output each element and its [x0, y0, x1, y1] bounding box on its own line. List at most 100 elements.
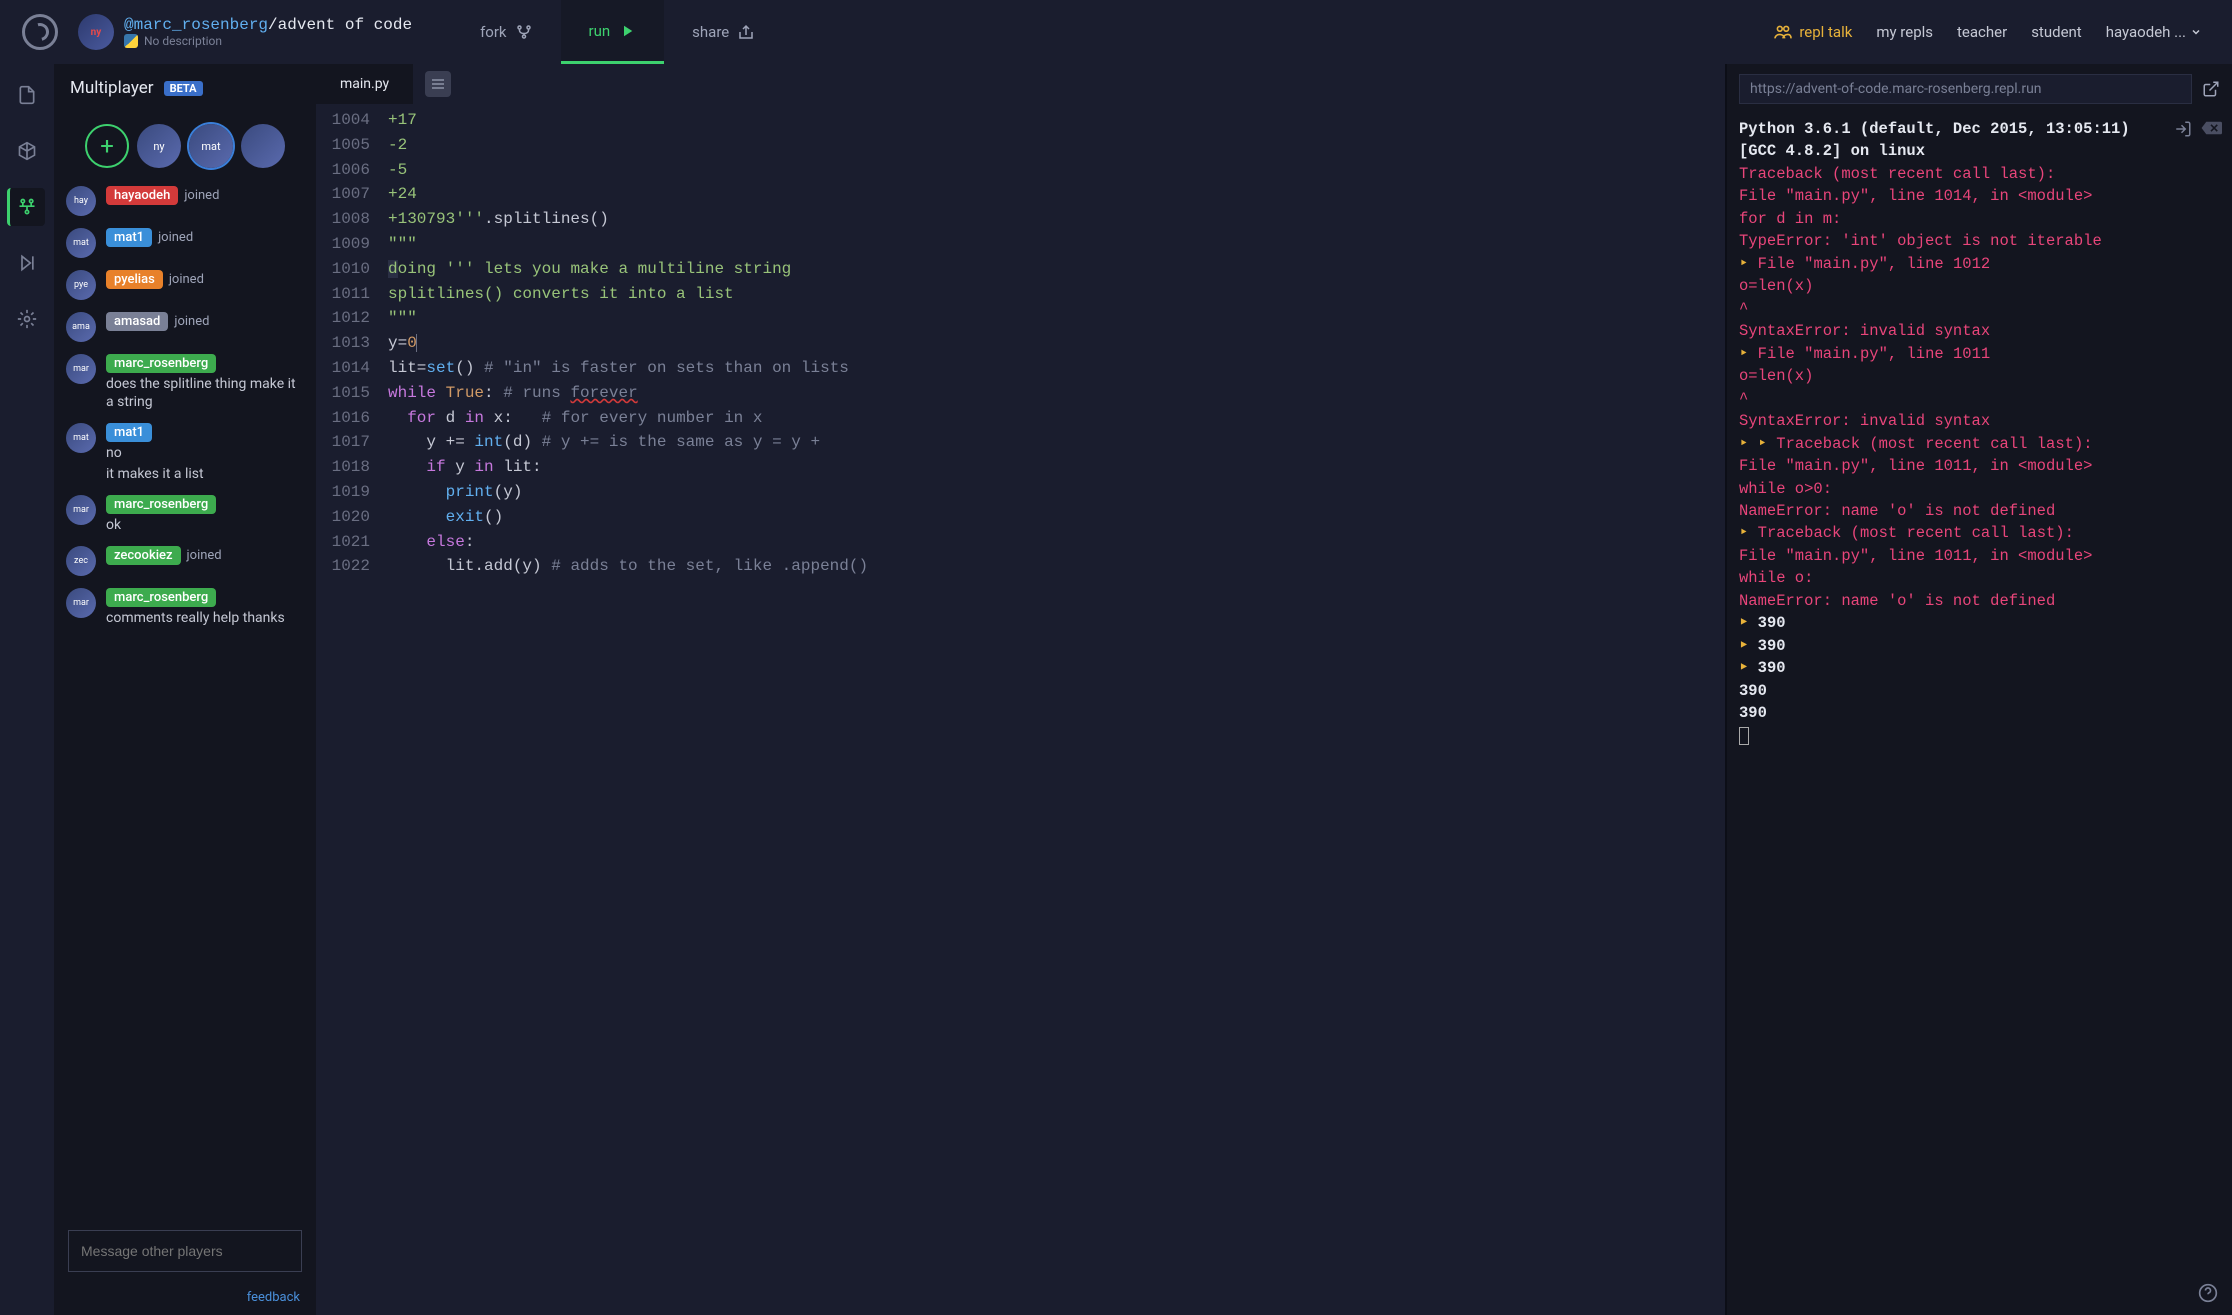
- console-line: ‣ ‣ Traceback (most recent call last):: [1739, 433, 2220, 455]
- rail-multiplayer[interactable]: [7, 188, 45, 226]
- code-line[interactable]: 1016 for d in x: # for every number in x: [316, 406, 1725, 431]
- logo[interactable]: [10, 14, 70, 50]
- user-pill[interactable]: pyelias: [106, 270, 163, 289]
- chat-status: joined: [158, 230, 193, 245]
- console-line: NameError: name 'o' is not defined: [1739, 500, 2220, 522]
- url-bar: [1727, 64, 2232, 114]
- sidebar-title: Multiplayer: [70, 78, 154, 98]
- rail-files[interactable]: [8, 76, 46, 114]
- code-line[interactable]: 1012""": [316, 306, 1725, 331]
- list-icon: [430, 78, 446, 90]
- nav-student[interactable]: student: [2031, 23, 2082, 41]
- nav-repl-talk[interactable]: repl talk: [1773, 23, 1852, 41]
- line-number: 1004: [316, 108, 388, 133]
- console-line: Python 3.6.1 (default, Dec 2015, 13:05:1…: [1739, 118, 2220, 140]
- line-number: 1016: [316, 406, 388, 431]
- user-pill[interactable]: marc_rosenberg: [106, 495, 216, 514]
- code-line[interactable]: 1017 y += int(d) # y += is the same as y…: [316, 430, 1725, 455]
- user-pill[interactable]: marc_rosenberg: [106, 588, 216, 607]
- login-icon[interactable]: [2174, 120, 2192, 138]
- line-number: 1007: [316, 182, 388, 207]
- chat-row: matmat1noit makes it a list: [66, 423, 304, 482]
- user-pill[interactable]: zecookiez: [106, 546, 181, 565]
- line-content[interactable]: splitlines() converts it into a list: [388, 282, 1725, 307]
- line-content[interactable]: lit.add(y) # adds to the set, like .appe…: [388, 554, 1725, 579]
- chat-row: amaamasadjoined: [66, 312, 304, 342]
- repl-owner[interactable]: @marc_rosenberg: [124, 16, 268, 34]
- code-editor[interactable]: 1004+171005-21006-51007+241008+130793'''…: [316, 104, 1725, 1315]
- user-pill[interactable]: mat1: [106, 228, 152, 247]
- user-pill[interactable]: amasad: [106, 312, 168, 331]
- repl-info: ny @marc_rosenberg/advent of code No des…: [78, 14, 412, 50]
- share-button[interactable]: share: [664, 0, 783, 64]
- code-line[interactable]: 1011splitlines() converts it into a list: [316, 282, 1725, 307]
- player-avatar[interactable]: [241, 124, 285, 168]
- tab-main-py[interactable]: main.py: [316, 64, 413, 104]
- url-input[interactable]: [1739, 74, 2192, 104]
- code-line[interactable]: 1009""": [316, 232, 1725, 257]
- code-line[interactable]: 1004+17: [316, 108, 1725, 133]
- user-pill[interactable]: hayaodeh: [106, 186, 178, 205]
- line-content[interactable]: +24: [388, 182, 1725, 207]
- owner-avatar[interactable]: ny: [78, 14, 114, 50]
- user-pill[interactable]: mat1: [106, 423, 152, 442]
- nav-teacher[interactable]: teacher: [1957, 23, 2007, 41]
- line-content[interactable]: lit=set() # "in" is faster on sets than …: [388, 356, 1725, 381]
- code-line[interactable]: 1013y=0: [316, 331, 1725, 356]
- code-line[interactable]: 1018 if y in lit:: [316, 455, 1725, 480]
- console-line: ^: [1739, 388, 2220, 410]
- rail-packages[interactable]: [8, 132, 46, 170]
- line-content[interactable]: else:: [388, 530, 1725, 555]
- line-content[interactable]: for d in x: # for every number in x: [388, 406, 1725, 431]
- line-content[interactable]: """: [388, 306, 1725, 331]
- markdown-toggle[interactable]: [425, 71, 451, 97]
- line-content[interactable]: doing ''' lets you make a multiline stri…: [388, 257, 1725, 282]
- console-output[interactable]: Python 3.6.1 (default, Dec 2015, 13:05:1…: [1727, 114, 2232, 1315]
- chat-message: ok: [106, 516, 304, 534]
- line-content[interactable]: -2: [388, 133, 1725, 158]
- code-line[interactable]: 1022 lit.add(y) # adds to the set, like …: [316, 554, 1725, 579]
- line-content[interactable]: exit(): [388, 505, 1725, 530]
- line-content[interactable]: -5: [388, 158, 1725, 183]
- code-line[interactable]: 1014lit=set() # "in" is faster on sets t…: [316, 356, 1725, 381]
- line-number: 1013: [316, 331, 388, 356]
- rail-debugger[interactable]: [8, 244, 46, 282]
- code-line[interactable]: 1019 print(y): [316, 480, 1725, 505]
- code-line[interactable]: 1015while True: # runs forever: [316, 381, 1725, 406]
- feedback-link[interactable]: feedback: [54, 1286, 316, 1315]
- external-link-icon[interactable]: [2202, 80, 2220, 98]
- line-content[interactable]: y=0: [388, 331, 1725, 356]
- line-content[interactable]: +17: [388, 108, 1725, 133]
- code-line[interactable]: 1007+24: [316, 182, 1725, 207]
- user-pill[interactable]: marc_rosenberg: [106, 354, 216, 373]
- line-content[interactable]: +130793'''.splitlines(): [388, 207, 1725, 232]
- help-icon[interactable]: [2198, 1283, 2218, 1303]
- console-line: SyntaxError: invalid syntax: [1739, 410, 2220, 432]
- repl-title: @marc_rosenberg/advent of code: [124, 16, 412, 34]
- line-content[interactable]: if y in lit:: [388, 455, 1725, 480]
- line-content[interactable]: """: [388, 232, 1725, 257]
- nav-my-repls[interactable]: my repls: [1876, 23, 1933, 41]
- code-line[interactable]: 1020 exit(): [316, 505, 1725, 530]
- run-button[interactable]: run: [561, 0, 665, 64]
- add-player-button[interactable]: +: [85, 124, 129, 168]
- chat-row: pyepyeliasjoined: [66, 270, 304, 300]
- sidebar-header: Multiplayer BETA: [54, 64, 316, 112]
- player-avatar[interactable]: ny: [137, 124, 181, 168]
- line-content[interactable]: while True: # runs forever: [388, 381, 1725, 406]
- line-content[interactable]: print(y): [388, 480, 1725, 505]
- rail-settings[interactable]: [8, 300, 46, 338]
- chat-input[interactable]: [68, 1230, 302, 1272]
- console-line: NameError: name 'o' is not defined: [1739, 590, 2220, 612]
- line-content[interactable]: y += int(d) # y += is the same as y = y …: [388, 430, 1725, 455]
- chat-log[interactable]: hayhayaodehjoinedmatmat1joinedpyepyelias…: [54, 186, 316, 1216]
- clear-console-icon[interactable]: [2200, 120, 2222, 136]
- player-avatar[interactable]: mat: [189, 124, 233, 168]
- code-line[interactable]: 1005-2: [316, 133, 1725, 158]
- code-line[interactable]: 1008+130793'''.splitlines(): [316, 207, 1725, 232]
- fork-button[interactable]: fork: [452, 0, 560, 64]
- code-line[interactable]: 1021 else:: [316, 530, 1725, 555]
- code-line[interactable]: 1010doing ''' lets you make a multiline …: [316, 257, 1725, 282]
- code-line[interactable]: 1006-5: [316, 158, 1725, 183]
- nav-user-menu[interactable]: hayaodeh ...: [2106, 23, 2202, 41]
